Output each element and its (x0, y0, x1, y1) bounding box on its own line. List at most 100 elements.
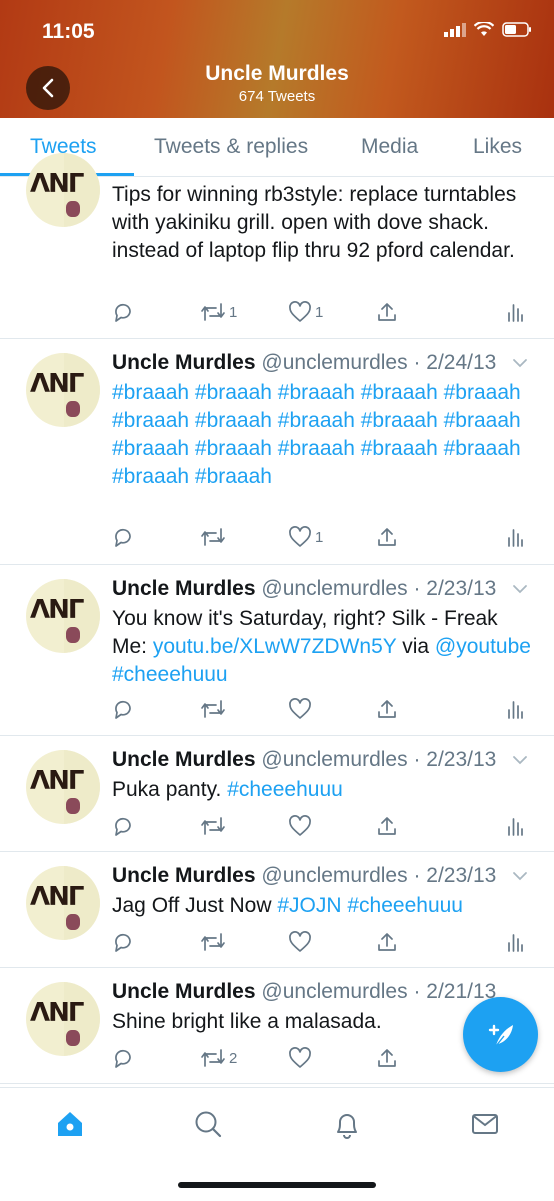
tweet-count: 674 Tweets (238, 88, 316, 105)
like-count: 1 (315, 528, 324, 546)
tab-likes[interactable]: Likes (473, 135, 522, 159)
tweet[interactable]: ΛΝΓ Tips for winning rb3style: replace t… (0, 153, 554, 339)
share-button[interactable] (376, 526, 398, 548)
retweet-button[interactable] (200, 526, 229, 548)
share-button[interactable] (376, 301, 398, 323)
author-name[interactable]: Uncle Murdles (112, 980, 256, 1003)
search-icon[interactable] (192, 1108, 224, 1140)
avatar[interactable]: ΛΝΓ (26, 750, 100, 824)
share-button[interactable] (376, 698, 398, 720)
author-handle[interactable]: @unclemurdles (261, 980, 407, 1003)
retweet-button[interactable] (200, 815, 226, 837)
retweet-count: 1 (229, 303, 238, 321)
author-handle[interactable]: @unclemurdles (261, 351, 407, 374)
reply-button[interactable] (112, 526, 134, 548)
like-icon (289, 301, 311, 322)
author-handle[interactable]: @unclemurdles (261, 748, 407, 771)
tab-tweets-replies[interactable]: Tweets & replies (154, 135, 308, 159)
analytics-button[interactable] (506, 698, 524, 720)
share-icon (378, 700, 396, 718)
reply-button[interactable] (112, 931, 134, 953)
tweet-hashtag[interactable]: #JOJN #cheeehuuu (277, 894, 463, 917)
tweet-header: Uncle Murdles @unclemurdles · 2/24/13 (112, 351, 496, 375)
share-button[interactable] (376, 1047, 398, 1069)
avatar[interactable]: ΛΝΓ (26, 579, 100, 653)
tweet-text[interactable]: #braaah #braaah #braaah #braaah #braaah … (112, 379, 532, 491)
like-icon (289, 1047, 311, 1068)
tweet-hashtag[interactable]: #cheeehuuu (227, 778, 343, 801)
reply-icon (115, 303, 131, 322)
profile-name: Uncle Murdles (205, 62, 349, 85)
like-button[interactable] (288, 1047, 312, 1069)
compose-button[interactable] (463, 997, 538, 1072)
reply-icon (115, 1049, 131, 1068)
home-indicator (178, 1182, 376, 1188)
reply-button[interactable] (112, 1047, 134, 1069)
analytics-icon (508, 529, 523, 547)
like-button[interactable]: 1 (288, 301, 323, 323)
avatar-lettering: ΛΝΓ (30, 998, 84, 1028)
retweet-button[interactable] (200, 931, 226, 953)
reply-icon (115, 528, 131, 547)
avatar-lettering: ΛΝΓ (30, 595, 84, 625)
retweet-icon (201, 817, 225, 835)
notifications-icon[interactable] (331, 1108, 363, 1140)
chevron-down-icon[interactable] (512, 584, 528, 594)
tweet[interactable]: ΛΝΓ Uncle Murdles @unclemurdles · 2/24/1… (0, 338, 554, 565)
tweet[interactable]: ΛΝΓ Uncle Murdles @unclemurdles · 2/23/1… (0, 735, 554, 852)
author-name[interactable]: Uncle Murdles (112, 577, 256, 600)
author-name[interactable]: Uncle Murdles (112, 748, 256, 771)
author-name[interactable]: Uncle Murdles (112, 351, 256, 374)
avatar[interactable]: ΛΝΓ (26, 866, 100, 940)
tweet[interactable]: ΛΝΓ Uncle Murdles @unclemurdles · 2/23/1… (0, 564, 554, 736)
tweet-header: Uncle Murdles @unclemurdles · 2/23/13 (112, 577, 496, 601)
chevron-down-icon[interactable] (512, 871, 528, 881)
like-button[interactable] (288, 931, 312, 953)
tweet-actions (112, 931, 532, 957)
messages-icon[interactable] (469, 1108, 501, 1140)
analytics-button[interactable] (506, 815, 524, 837)
avatar-lettering: ΛΝΓ (30, 169, 84, 199)
share-icon (378, 528, 396, 546)
chevron-down-icon[interactable] (512, 358, 528, 368)
avatar[interactable]: ΛΝΓ (26, 153, 100, 227)
reply-icon (115, 700, 131, 719)
like-button[interactable] (288, 815, 312, 837)
share-button[interactable] (376, 931, 398, 953)
avatar[interactable]: ΛΝΓ (26, 353, 100, 427)
reply-button[interactable] (112, 301, 134, 323)
share-icon (378, 1049, 396, 1067)
tweet-date: · 2/23/13 (413, 748, 497, 771)
analytics-icon (508, 701, 523, 719)
reply-button[interactable] (112, 815, 134, 837)
avatar[interactable]: ΛΝΓ (26, 982, 100, 1056)
tab-media[interactable]: Media (361, 135, 418, 159)
share-icon (378, 303, 396, 321)
tweet-text: You know it's Saturday, right? Silk - Fr… (112, 607, 531, 686)
reply-icon (115, 817, 131, 836)
retweet-button[interactable]: 1 (200, 301, 237, 323)
tweet-date: · 2/24/13 (413, 351, 497, 374)
tweet-link[interactable]: youtu.be/XLwW7ZDWn5Y (153, 635, 397, 658)
tweet-actions (112, 698, 532, 724)
analytics-button[interactable] (506, 526, 524, 548)
like-button[interactable] (288, 698, 312, 720)
analytics-button[interactable] (506, 301, 524, 323)
chevron-down-icon[interactable] (512, 755, 528, 765)
wifi-icon (474, 22, 494, 36)
signal-icon (444, 22, 466, 37)
retweet-button[interactable]: 2 (200, 1047, 237, 1069)
compose-icon (488, 1024, 513, 1046)
author-name[interactable]: Uncle Murdles (112, 864, 256, 887)
retweet-button[interactable] (200, 698, 226, 720)
home-icon[interactable] (54, 1108, 86, 1140)
reply-button[interactable] (112, 698, 134, 720)
tweet[interactable]: ΛΝΓ Uncle Murdles @unclemurdles · 2/23/1… (0, 851, 554, 968)
share-button[interactable] (376, 815, 398, 837)
analytics-icon (508, 304, 523, 322)
analytics-icon (508, 934, 523, 952)
author-handle[interactable]: @unclemurdles (261, 577, 407, 600)
author-handle[interactable]: @unclemurdles (261, 864, 407, 887)
analytics-button[interactable] (506, 931, 524, 953)
like-button[interactable]: 1 (288, 526, 323, 548)
